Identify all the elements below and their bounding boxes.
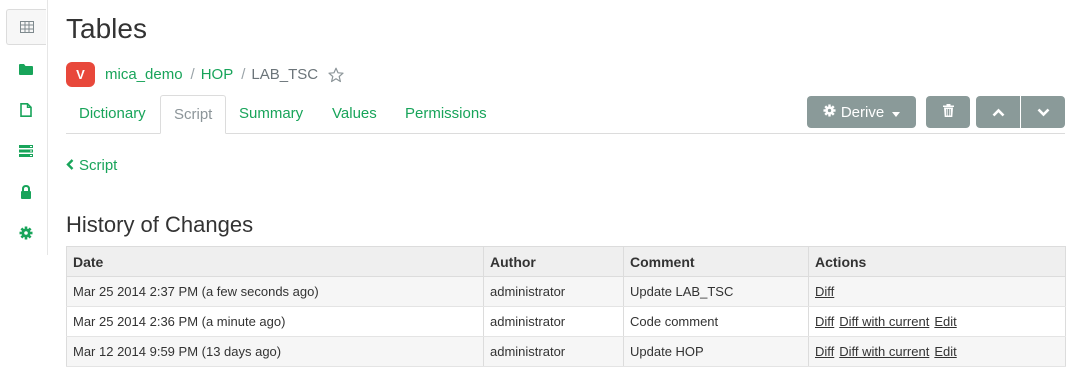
- date-cell: Mar 12 2014 9:59 PM (13 days ago): [66, 336, 484, 367]
- folder-icon: [19, 63, 33, 75]
- sidebar-item-security[interactable]: [7, 175, 45, 209]
- sidebar-item-servers[interactable]: [7, 134, 45, 168]
- next-button[interactable]: [1021, 96, 1065, 128]
- trash-icon: [942, 103, 954, 121]
- project-badge: V: [66, 62, 95, 87]
- date-cell: Mar 25 2014 2:37 PM (a few seconds ago): [66, 276, 484, 307]
- derive-button-label: Derive: [840, 103, 885, 121]
- diff-link[interactable]: Diff: [815, 344, 834, 359]
- diff-link[interactable]: Diff: [815, 284, 834, 299]
- page-title: Tables: [66, 13, 147, 44]
- edit-link[interactable]: Edit: [934, 314, 956, 329]
- derive-button[interactable]: Derive: [807, 96, 916, 128]
- date-cell: Mar 25 2014 2:36 PM (a minute ago): [66, 306, 484, 337]
- author-cell: administrator: [483, 336, 624, 367]
- chevron-left-icon: [66, 157, 79, 174]
- breadcrumb-table-link[interactable]: HOP: [201, 66, 234, 84]
- tab-dictionary[interactable]: Dictionary: [66, 95, 159, 133]
- column-header-date: Date: [66, 246, 484, 277]
- sidebar-item-files[interactable]: [7, 52, 45, 86]
- server-icon: [19, 145, 33, 157]
- caret-down-icon: [892, 104, 901, 121]
- tab-permissions[interactable]: Permissions: [392, 95, 500, 133]
- diff-link[interactable]: Diff: [815, 314, 834, 329]
- table-row: Mar 25 2014 2:37 PM (a few seconds ago) …: [66, 276, 1066, 307]
- actions-cell: Diff: [808, 276, 1066, 307]
- chevron-down-icon: [1037, 104, 1050, 121]
- tab-values[interactable]: Values: [319, 95, 390, 133]
- breadcrumb-separator: /: [190, 66, 195, 83]
- star-icon[interactable]: [328, 67, 344, 83]
- table-row: Mar 12 2014 9:59 PM (13 days ago) admini…: [66, 336, 1066, 367]
- history-title: History of Changes: [66, 212, 254, 237]
- gear-icon: [823, 103, 836, 121]
- comment-cell: Update LAB_TSC: [623, 276, 809, 307]
- sidebar-item-reports[interactable]: [7, 93, 45, 127]
- table-row: Mar 25 2014 2:36 PM (a minute ago) admin…: [66, 306, 1066, 337]
- sidebar-item-tables[interactable]: [6, 9, 46, 45]
- tab-summary[interactable]: Summary: [226, 95, 316, 133]
- gear-icon: [19, 226, 33, 240]
- sidebar: [0, 0, 48, 255]
- tab-script[interactable]: Script: [160, 95, 227, 134]
- table-icon: [19, 21, 34, 33]
- column-header-author: Author: [483, 246, 624, 277]
- breadcrumb-project-link[interactable]: mica_demo: [105, 66, 183, 84]
- author-cell: administrator: [483, 306, 624, 337]
- back-link-label: Script: [79, 157, 118, 174]
- delete-button[interactable]: [926, 96, 970, 128]
- actions-cell: Diff Diff with current Edit: [808, 306, 1066, 337]
- breadcrumb: mica_demo / HOP / LAB_TSC: [105, 66, 344, 84]
- previous-button[interactable]: [976, 96, 1020, 128]
- back-to-script-link[interactable]: Script: [66, 157, 117, 174]
- history-table: Date Author Comment Actions Mar 25 2014 …: [66, 246, 1066, 367]
- diff-with-current-link[interactable]: Diff with current: [839, 314, 929, 329]
- author-cell: administrator: [483, 276, 624, 307]
- actions-cell: Diff Diff with current Edit: [808, 336, 1066, 367]
- breadcrumb-separator: /: [241, 66, 246, 83]
- edit-link[interactable]: Edit: [934, 344, 956, 359]
- table-header-row: Date Author Comment Actions: [66, 246, 1066, 277]
- sidebar-item-admin[interactable]: [7, 216, 45, 250]
- lock-icon: [20, 185, 32, 199]
- column-header-actions: Actions: [808, 246, 1066, 277]
- chevron-up-icon: [992, 104, 1005, 121]
- comment-cell: Code comment: [623, 306, 809, 337]
- comment-cell: Update HOP: [623, 336, 809, 367]
- file-icon: [20, 103, 32, 117]
- breadcrumb-current: LAB_TSC: [251, 66, 319, 83]
- column-header-comment: Comment: [623, 246, 809, 277]
- diff-with-current-link[interactable]: Diff with current: [839, 344, 929, 359]
